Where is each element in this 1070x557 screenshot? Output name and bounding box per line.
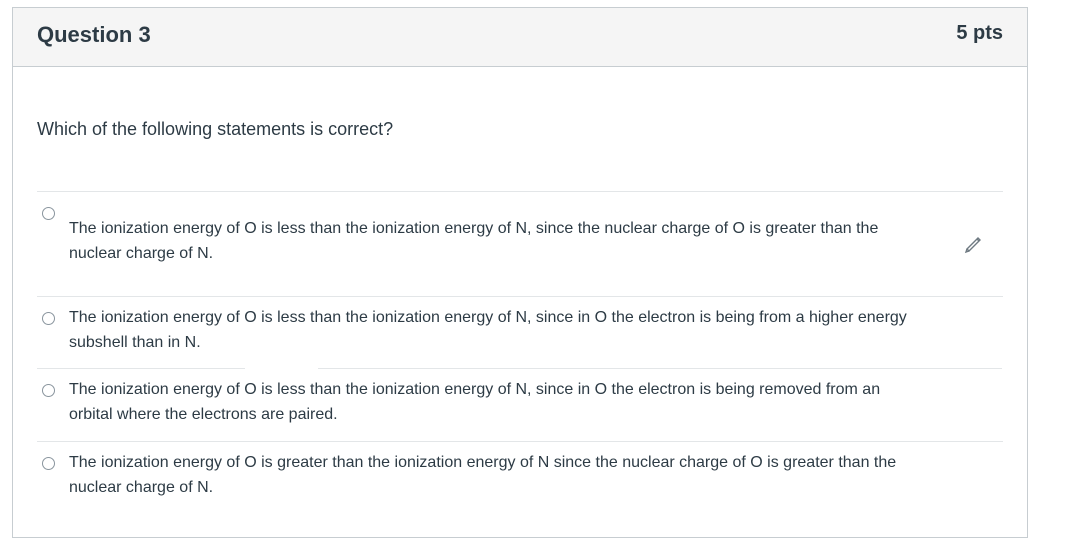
answer-2-radio[interactable] <box>42 312 55 325</box>
question-points: 5 pts <box>956 22 1003 44</box>
answer-1-line1: The ionization energy of O is less than … <box>69 220 879 237</box>
answer-4-line2: nuclear charge of N. <box>69 479 214 496</box>
answer-3-line2: orbital where the electrons are paired. <box>69 406 338 423</box>
answer-3-text: The ionization energy of O is less than … <box>69 377 880 427</box>
question-text: Which of the following statements is cor… <box>37 119 394 139</box>
answer-option-2[interactable] <box>37 296 1003 297</box>
answer-2-line2: subshell than in N. <box>69 334 201 351</box>
answer-divider-3 <box>318 368 1002 369</box>
pencil-icon[interactable] <box>963 232 985 254</box>
answer-1-radio[interactable] <box>42 207 55 220</box>
answer-4-radio[interactable] <box>42 457 55 470</box>
answer-2-text: The ionization energy of O is less than … <box>69 305 907 355</box>
answer-option-3[interactable] <box>37 368 245 369</box>
answer-1-text: The ionization energy of O is less than … <box>69 216 878 266</box>
question-title: Question 3 <box>37 22 151 47</box>
answer-2-line1: The ionization energy of O is less than … <box>69 309 907 326</box>
answer-3-radio[interactable] <box>42 384 55 397</box>
answer-option-4[interactable] <box>37 441 1003 442</box>
answer-4-line1: The ionization energy of O is greater th… <box>69 454 897 471</box>
answer-3-line1: The ionization energy of O is less than … <box>69 381 881 398</box>
question-header: Question 3 5 pts <box>13 8 1027 67</box>
answer-4-text: The ionization energy of O is greater th… <box>69 450 896 500</box>
answer-1-line2: nuclear charge of N. <box>69 245 214 262</box>
